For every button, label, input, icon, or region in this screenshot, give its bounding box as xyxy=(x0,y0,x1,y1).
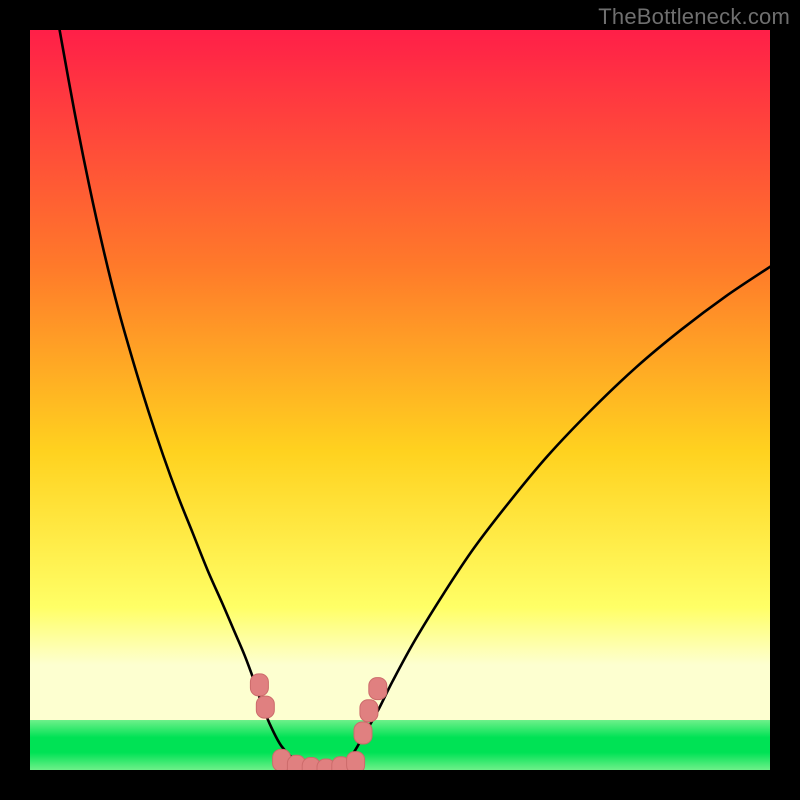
outer-frame: TheBottleneck.com xyxy=(0,0,800,800)
watermark-text: TheBottleneck.com xyxy=(598,4,790,30)
plot-area xyxy=(30,30,770,770)
curve-markers xyxy=(250,674,386,770)
left-curve-path xyxy=(60,30,326,770)
right-curve-path xyxy=(326,267,770,770)
curve-marker xyxy=(360,700,378,722)
curve-marker xyxy=(369,678,387,700)
curve-marker xyxy=(347,752,365,770)
curve-marker xyxy=(256,696,274,718)
curve-marker xyxy=(250,674,268,696)
bottleneck-curves xyxy=(30,30,770,770)
curve-marker xyxy=(354,722,372,744)
